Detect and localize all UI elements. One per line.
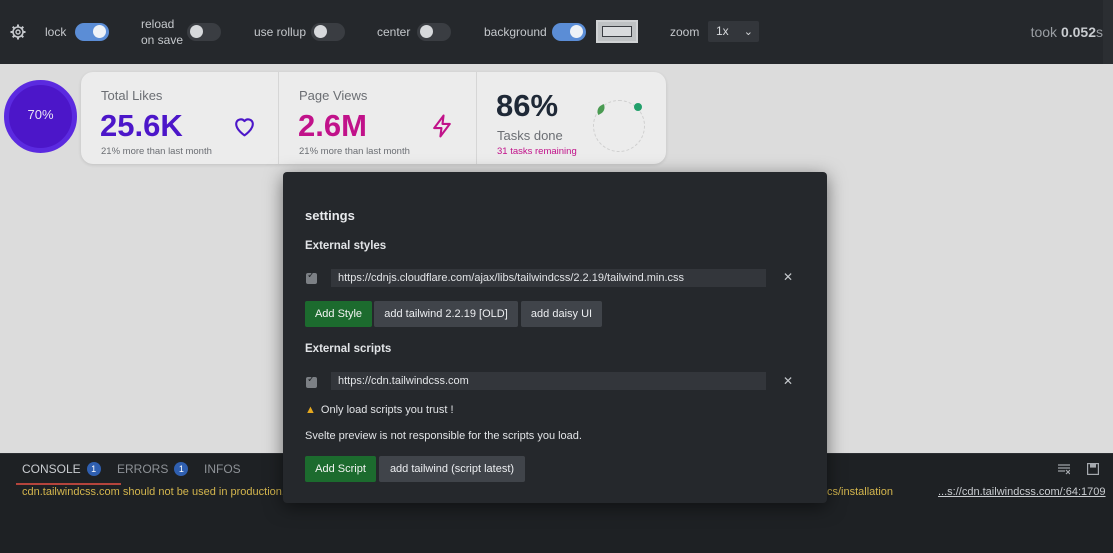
radial-progress-text: 70% bbox=[27, 107, 54, 122]
center-label: center bbox=[377, 25, 411, 39]
responsibility-note: Svelte preview is not responsible for th… bbox=[305, 430, 582, 442]
toggle-knob bbox=[314, 25, 327, 38]
add-script-button[interactable]: Add Script bbox=[305, 456, 376, 482]
add-daisy-ui-button[interactable]: add daisy UI bbox=[521, 301, 602, 327]
count-badge: 1 bbox=[86, 462, 101, 476]
tab-errors[interactable]: ERRORS 1 bbox=[117, 462, 189, 476]
stat-title: Total Likes bbox=[101, 88, 163, 103]
use-rollup-toggle[interactable] bbox=[311, 23, 345, 41]
trust-warning: ▲ Only load scripts you trust ! bbox=[305, 404, 454, 416]
reload-label-line1: reload bbox=[141, 17, 175, 31]
lock-label: lock bbox=[45, 25, 67, 39]
tab-label: INFOS bbox=[204, 462, 241, 476]
stat-title: Page Views bbox=[299, 88, 368, 103]
chevron-down-icon: ⌄ bbox=[743, 26, 753, 38]
zoom-value: 1x bbox=[716, 24, 729, 38]
style-url-input[interactable]: https://cdnjs.cloudflare.com/ajax/libs/t… bbox=[331, 269, 766, 287]
gear-icon[interactable] bbox=[10, 24, 26, 40]
warning-icon: ▲ bbox=[305, 404, 316, 416]
took-value: 0.052 bbox=[1060, 24, 1096, 40]
script-url-input[interactable]: https://cdn.tailwindcss.com bbox=[331, 372, 766, 390]
warning-text: Only load scripts you trust ! bbox=[320, 404, 454, 416]
console-log-message-tail[interactable]: cs/installation bbox=[827, 486, 893, 498]
stat-desc: 21% more than last month bbox=[101, 146, 212, 157]
avatar bbox=[593, 100, 645, 152]
stat-tasks-done: 86% Tasks done 31 tasks remaining bbox=[477, 72, 666, 164]
background-color-swatch[interactable] bbox=[596, 20, 638, 43]
build-time: took 0.052s bbox=[1031, 24, 1103, 40]
toggle-knob bbox=[190, 25, 203, 38]
external-styles-heading: External styles bbox=[305, 240, 387, 252]
tab-console[interactable]: CONSOLE 1 bbox=[16, 462, 121, 485]
avatar-image-icon bbox=[594, 103, 608, 116]
took-unit: s bbox=[1096, 24, 1103, 40]
stat-desc: 21% more than last month bbox=[299, 146, 410, 157]
stat-value: 25.6K bbox=[100, 108, 183, 143]
stat-title: Tasks done bbox=[497, 128, 563, 143]
script-enabled-checkbox[interactable] bbox=[306, 374, 317, 388]
scrollbar[interactable] bbox=[1103, 0, 1113, 64]
reload-label-line2: on save bbox=[141, 33, 184, 47]
tab-infos[interactable]: INFOS bbox=[204, 462, 241, 476]
console-log-message: cdn.tailwindcss.com should not be used i… bbox=[22, 486, 285, 498]
zoom-label: zoom bbox=[670, 25, 700, 39]
toggle-knob bbox=[570, 25, 583, 38]
center-toggle[interactable] bbox=[417, 23, 451, 41]
tab-label: ERRORS bbox=[117, 462, 169, 476]
settings-title: settings bbox=[305, 208, 355, 223]
settings-modal: settings External styles https://cdnjs.c… bbox=[283, 172, 827, 503]
lock-toggle[interactable] bbox=[75, 23, 109, 41]
swatch-inner bbox=[602, 26, 632, 37]
reload-on-save-toggle[interactable] bbox=[187, 23, 221, 41]
stats-card: Total Likes 25.6K 21% more than last mon… bbox=[81, 72, 666, 164]
radial-progress: 70% bbox=[4, 80, 77, 153]
online-status-dot bbox=[634, 103, 642, 111]
clear-console-icon[interactable] bbox=[1058, 463, 1070, 475]
stat-value: 2.6M bbox=[298, 108, 367, 143]
tab-label: CONSOLE bbox=[22, 462, 81, 476]
top-toolbar: lock reload on save use rollup center ba… bbox=[0, 0, 1113, 64]
remove-style-button[interactable]: ✕ bbox=[783, 270, 793, 284]
heart-icon bbox=[235, 118, 254, 137]
bolt-icon bbox=[433, 114, 451, 138]
zoom-select[interactable]: 1x ⌄ bbox=[708, 21, 759, 42]
toggle-knob bbox=[93, 25, 106, 38]
add-tailwind-script-button[interactable]: add tailwind (script latest) bbox=[379, 456, 525, 482]
rollup-label: use rollup bbox=[254, 25, 307, 39]
took-label: took bbox=[1030, 24, 1058, 40]
console-log-source-link[interactable]: ...s://cdn.tailwindcss.com/:64:1709 bbox=[938, 486, 1106, 498]
dock-panel-icon[interactable] bbox=[1087, 463, 1099, 475]
stat-page-views: Page Views 2.6M 21% more than last month bbox=[279, 72, 477, 164]
toggle-knob bbox=[420, 25, 433, 38]
stat-total-likes: Total Likes 25.6K 21% more than last mon… bbox=[81, 72, 279, 164]
count-badge: 1 bbox=[174, 462, 189, 476]
remove-script-button[interactable]: ✕ bbox=[783, 374, 793, 388]
style-enabled-checkbox[interactable] bbox=[306, 270, 317, 284]
stat-desc: 31 tasks remaining bbox=[497, 146, 577, 157]
stat-value: 86% bbox=[496, 88, 559, 123]
add-tailwind-old-button[interactable]: add tailwind 2.2.19 [OLD] bbox=[374, 301, 518, 327]
background-label: background bbox=[484, 25, 547, 39]
background-toggle[interactable] bbox=[552, 23, 586, 41]
external-scripts-heading: External scripts bbox=[305, 343, 392, 355]
add-style-button[interactable]: Add Style bbox=[305, 301, 372, 327]
